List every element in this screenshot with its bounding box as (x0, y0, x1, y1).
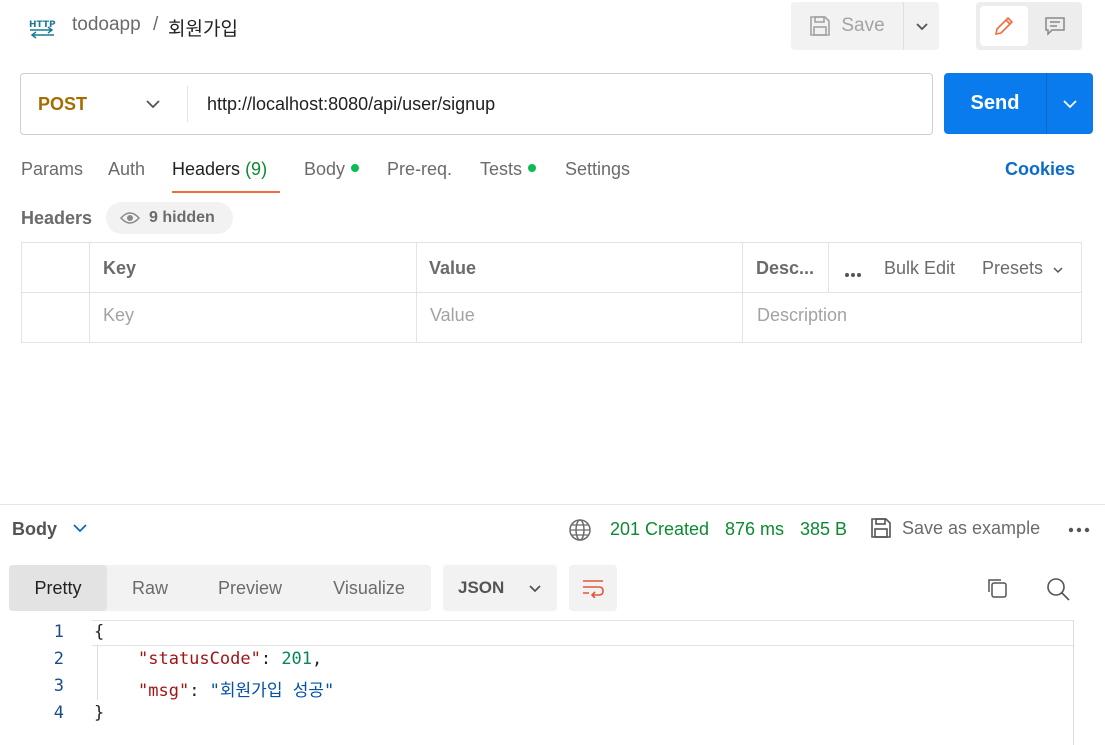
save-as-example-button[interactable]: Save as example (870, 517, 1040, 539)
response-size[interactable]: 385 B (800, 519, 847, 540)
key-input[interactable]: Key (103, 305, 134, 326)
value-input[interactable]: Value (430, 305, 475, 326)
response-body-label[interactable]: Body (12, 519, 57, 540)
description-input[interactable]: Description (757, 305, 847, 326)
response-view-tabs: Pretty Raw Preview Visualize (9, 565, 431, 611)
json-key: "statusCode" (138, 649, 261, 669)
headers-section-title: Headers (21, 208, 93, 228)
word-wrap-button[interactable] (569, 565, 617, 611)
presets-label: Presets (982, 258, 1044, 278)
url-bar: POST http://localhost:8080/api/user/sign… (20, 73, 933, 135)
save-label: Save (841, 15, 885, 36)
column-divider (89, 243, 90, 342)
save-as-example-label: Save as example (902, 517, 1041, 538)
presets-dropdown[interactable]: Presets (982, 258, 1064, 279)
tab-auth[interactable]: Auth (108, 159, 145, 180)
pencil-icon (994, 16, 1014, 36)
line-number: 4 (53, 703, 64, 723)
url-input[interactable]: http://localhost:8080/api/user/signup (207, 94, 495, 115)
bulk-edit-button[interactable]: Bulk Edit (884, 258, 955, 279)
headers-table: Key Value Desc... Bulk Edit Presets Key … (21, 242, 1082, 343)
tests-status-dot (528, 164, 537, 173)
tab-settings[interactable]: Settings (565, 159, 630, 180)
tab-body-label: Body (304, 159, 346, 179)
more-options-icon[interactable] (1068, 527, 1090, 533)
method-label: POST (38, 93, 88, 114)
breadcrumb-collection[interactable]: todoapp (72, 14, 141, 36)
view-tab-pretty[interactable]: Pretty (9, 565, 107, 611)
hidden-headers-label: 9 hidden (149, 209, 215, 226)
column-header-description: Desc... (756, 258, 815, 278)
comments-button[interactable] (1032, 6, 1078, 46)
breadcrumb-separator: / (153, 14, 159, 35)
save-options-button[interactable] (903, 2, 939, 50)
editor-scrollbar[interactable] (1073, 620, 1074, 745)
more-options-icon[interactable] (844, 262, 862, 283)
chevron-down-icon (915, 23, 928, 31)
save-icon (871, 518, 891, 538)
column-divider (416, 243, 417, 342)
view-tab-visualize[interactable]: Visualize (307, 565, 431, 611)
tab-tests-label: Tests (480, 159, 523, 179)
comment-icon (1045, 17, 1065, 36)
search-icon[interactable] (1045, 576, 1071, 602)
http-request-icon: HTTP (28, 14, 56, 40)
json-line-msg: "msg": "회원가입 성공" (138, 681, 335, 701)
line-number: 2 (53, 649, 64, 669)
hidden-headers-toggle[interactable]: 9 hidden (106, 202, 233, 234)
tab-params[interactable]: Params (21, 159, 83, 180)
json-line-status: "statusCode": 201, (138, 649, 323, 669)
current-line-highlight (92, 620, 1074, 646)
json-string-value: "회원가입 성공" (209, 681, 335, 701)
chevron-down-icon (1063, 99, 1077, 108)
response-time[interactable]: 876 ms (725, 519, 784, 540)
globe-icon[interactable] (568, 518, 592, 542)
eye-icon (120, 212, 140, 224)
json-number-value: 201 (281, 649, 313, 669)
wrap-lines-icon (583, 580, 604, 598)
column-divider (828, 243, 829, 293)
status-code[interactable]: 201 Created (610, 519, 709, 540)
svg-text:HTTP: HTTP (29, 20, 56, 30)
line-number: 3 (53, 676, 64, 696)
save-button[interactable]: Save (791, 2, 903, 50)
send-button-group: Send (944, 73, 1093, 134)
chevron-down-icon (146, 100, 160, 109)
view-tab-raw[interactable]: Raw (107, 565, 193, 611)
response-divider[interactable] (0, 504, 1105, 505)
tab-headers-count: (9) (245, 159, 268, 179)
column-header-key: Key (103, 258, 137, 278)
chevron-down-icon (1053, 267, 1063, 274)
tab-pre-request[interactable]: Pre-req. (387, 159, 452, 180)
tab-tests[interactable]: Tests (480, 159, 537, 180)
format-label: JSON (458, 578, 505, 597)
json-open-brace: { (94, 622, 105, 642)
tab-headers-label: Headers (172, 159, 241, 179)
tab-headers[interactable]: Headers (9) (172, 159, 267, 180)
mode-toggle-group (976, 2, 1082, 50)
active-tab-indicator (172, 191, 280, 193)
cookies-link[interactable]: Cookies (1005, 159, 1075, 180)
send-options-button[interactable] (1046, 73, 1093, 134)
json-key: "msg" (138, 681, 190, 701)
copy-icon[interactable] (985, 576, 1009, 600)
line-number: 1 (53, 622, 64, 642)
method-selector[interactable]: POST (21, 74, 187, 134)
edit-mode-button[interactable] (980, 6, 1028, 46)
send-button[interactable]: Send (944, 73, 1046, 134)
breadcrumb-request-name[interactable]: 회원가입 (168, 14, 238, 41)
column-divider (742, 243, 743, 342)
indent-guide (97, 646, 98, 700)
view-tab-preview[interactable]: Preview (193, 565, 307, 611)
save-icon (810, 16, 831, 36)
format-selector[interactable]: JSON (443, 565, 557, 611)
chevron-down-icon[interactable] (72, 522, 88, 534)
column-header-value: Value (429, 258, 477, 278)
body-status-dot (351, 164, 360, 173)
tab-body[interactable]: Body (304, 159, 360, 180)
save-button-group: Save (791, 2, 939, 50)
url-separator (187, 86, 188, 122)
json-close-brace: } (94, 703, 105, 723)
chevron-down-icon (529, 585, 541, 593)
